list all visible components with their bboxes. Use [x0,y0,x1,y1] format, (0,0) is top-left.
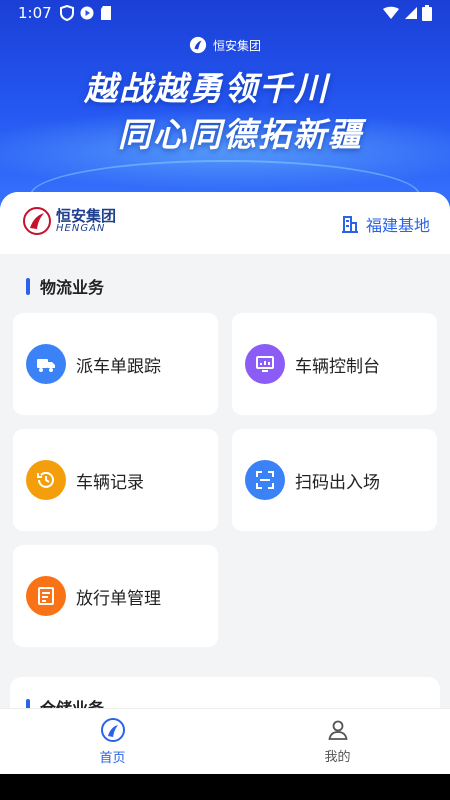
base-name: 福建基地 [365,216,430,235]
tab-home[interactable]: 首页 [0,709,225,774]
status-notification-icons [60,5,112,21]
scan-icon [245,460,285,500]
hengan-logo-icon [189,36,207,54]
status-bar: 1:07 [0,0,450,28]
tile-vehicle-records[interactable]: 车辆记录 [13,429,218,531]
shield-icon [60,5,74,21]
tile-release-order-management[interactable]: 放行单管理 [13,545,218,647]
truck-icon [26,344,66,384]
signal-icon [405,7,417,19]
slogan-line-1: 越战越勇领千川 [84,69,329,108]
card-header: 恒安集团 HENGAN 福建基地 [0,192,450,254]
building-icon [341,216,358,233]
slogan-line-2: 同心同德拓新疆 [118,115,363,154]
home-logo-icon [100,718,125,742]
brand-name-en: HENGAN [56,222,106,234]
history-icon [26,460,66,500]
tile-dispatch-tracking[interactable]: 派车单跟踪 [13,313,218,415]
sd-card-icon [101,6,111,20]
hengan-logo-icon [23,207,51,235]
tab-mine[interactable]: 我的 [225,709,450,774]
status-time: 1:07 [18,4,52,22]
bottom-tab-bar: 首页 我的 [0,708,450,774]
status-system-icons [382,5,432,21]
tab-home-label: 首页 [99,751,126,766]
release-doc-icon [26,576,66,616]
play-icon [80,6,94,20]
hengan-brand-logo: 恒安集团 HENGAN [22,206,116,236]
brand-name-cn: 恒安集团 [56,206,117,225]
battery-icon [422,5,432,21]
banner-brand-text: 恒安集团 [212,38,261,53]
section-title-logistics: 物流业务 [26,274,104,298]
base-selector[interactable]: 福建基地 [340,212,430,236]
tile-vehicle-console[interactable]: 车辆控制台 [232,313,437,415]
tab-mine-label: 我的 [324,750,351,765]
main-card: 恒安集团 HENGAN 福建基地 物流业务 派车单跟踪 车辆控制台 车辆记录 扫… [0,192,450,712]
tile-scan-entry-exit[interactable]: 扫码出入场 [232,429,437,531]
wifi-icon [383,6,399,19]
user-icon [327,720,348,740]
banner-brand: 恒安集团 [0,36,450,54]
console-icon [245,344,285,384]
system-navigation-bar [0,774,450,800]
